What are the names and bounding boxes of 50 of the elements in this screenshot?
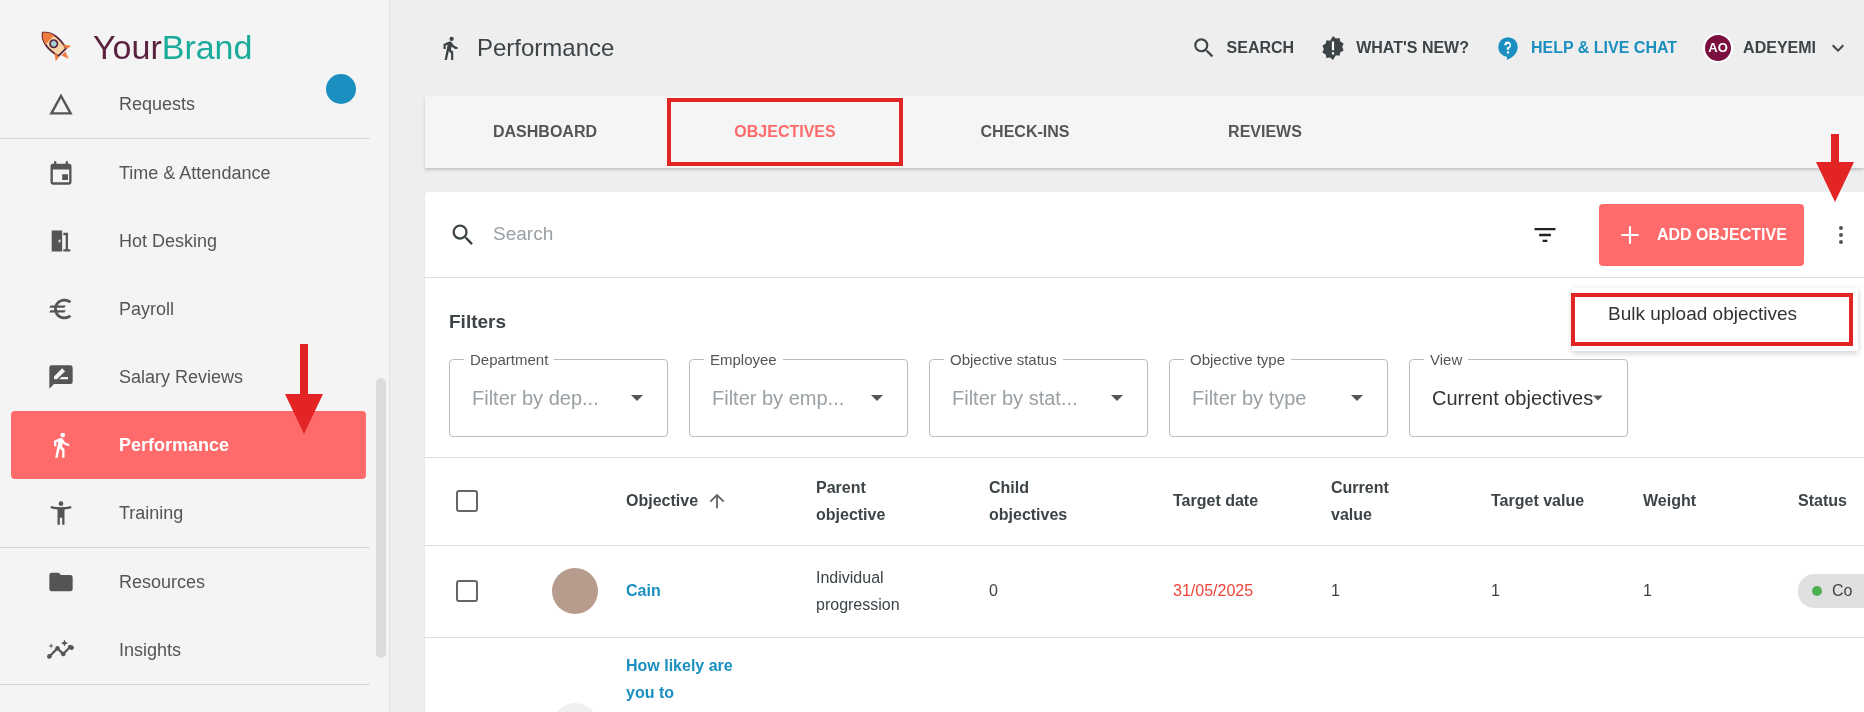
annotation-arrow bbox=[1814, 134, 1856, 202]
page-title: Performance bbox=[477, 33, 615, 63]
tab[interactable]: DASHBOARD bbox=[425, 96, 665, 168]
tab[interactable]: REVIEWS bbox=[1145, 96, 1385, 168]
sidebar-item[interactable]: Insights bbox=[11, 616, 366, 684]
status-chip: Co bbox=[1798, 574, 1864, 608]
header-link[interactable]: WHAT'S NEW? bbox=[1320, 35, 1469, 61]
column-header[interactable]: Current value bbox=[1331, 473, 1431, 529]
menu-item[interactable]: Bulk upload objectives bbox=[1572, 294, 1852, 345]
sidebar-item[interactable]: Resources bbox=[11, 548, 366, 616]
edit-comment-icon bbox=[47, 363, 75, 391]
caret-down-icon bbox=[1593, 394, 1603, 401]
column-header[interactable]: Target date bbox=[1173, 487, 1273, 515]
sidebar-item[interactable]: Requests bbox=[11, 70, 366, 138]
more-vertical-icon bbox=[1839, 225, 1843, 244]
column-header[interactable]: Child objectives bbox=[989, 473, 1089, 529]
column-header[interactable]: Target value bbox=[1491, 487, 1591, 515]
sidebar-item[interactable]: Payroll bbox=[11, 275, 366, 343]
caret-down-icon bbox=[871, 394, 883, 401]
objective-link[interactable]: How likely are you to bbox=[626, 651, 736, 706]
table-cell: 31/05/2025 bbox=[1173, 582, 1254, 600]
help-bubble-icon bbox=[1495, 35, 1521, 61]
objective-link[interactable]: Cain bbox=[626, 582, 661, 600]
user-avatar: AO bbox=[1703, 33, 1734, 63]
caret-down-icon bbox=[631, 394, 643, 401]
table-cell: 0 bbox=[989, 582, 998, 600]
table-cell: 1 bbox=[1331, 582, 1340, 600]
select-all-checkbox[interactable] bbox=[456, 490, 478, 512]
sidebar-item[interactable]: Hot Desking bbox=[11, 207, 366, 275]
caret-down-icon bbox=[1351, 394, 1363, 401]
table-cell: 1 bbox=[1643, 582, 1652, 600]
alert-seal-icon bbox=[1320, 35, 1347, 61]
sidebar-item[interactable]: Training bbox=[11, 479, 366, 547]
header-link[interactable]: SEARCH bbox=[1190, 35, 1295, 61]
table-cell: 1 bbox=[1491, 582, 1500, 600]
sidebar-item[interactable]: Salary Reviews bbox=[11, 343, 366, 411]
caret-down-icon bbox=[1111, 394, 1123, 401]
brand-logo-text: YourBrand bbox=[93, 26, 253, 68]
column-header[interactable]: Status bbox=[1798, 487, 1864, 515]
column-header[interactable]: Objective bbox=[626, 487, 699, 515]
table-cell: Individual progression bbox=[816, 568, 900, 613]
photo-placeholder bbox=[552, 568, 598, 614]
column-header[interactable]: Weight bbox=[1643, 487, 1743, 515]
sidebar-item[interactable]: Time & Attendance bbox=[11, 139, 366, 207]
row-checkbox[interactable] bbox=[456, 580, 478, 602]
tab[interactable]: CHECK-INS bbox=[905, 96, 1145, 168]
scrollbar[interactable] bbox=[376, 378, 386, 658]
filters-heading: Filters bbox=[449, 310, 507, 334]
user-menu[interactable]: AO ADEYEMI bbox=[1703, 33, 1850, 63]
column-header[interactable]: Parent objective bbox=[816, 473, 916, 529]
